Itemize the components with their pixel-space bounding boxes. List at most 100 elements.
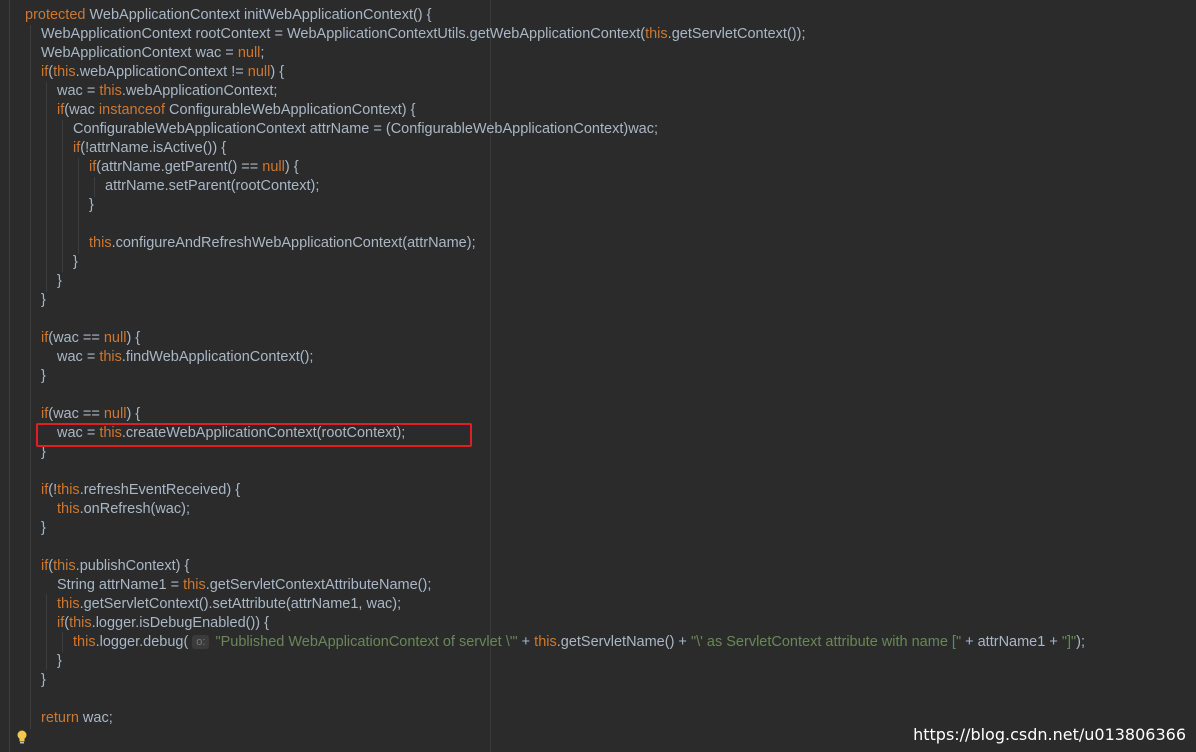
code-token: ); [1076,634,1086,650]
code-line[interactable]: String attrName1 = this.getServletContex… [57,576,431,595]
code-line[interactable]: } [41,519,46,538]
code-line[interactable]: wac = this.webApplicationContext; [57,82,277,101]
code-token: .getServletContext()); [667,26,806,42]
code-line[interactable]: } [41,671,46,690]
code-token: .publishContext) { [75,558,190,574]
code-token: null [103,406,127,422]
code-token: "Published WebApplicationContext of serv… [215,634,518,650]
code-token: this [57,596,80,612]
code-token: this [73,634,96,650]
code-token: } [57,273,62,289]
code-line[interactable]: if(!this.refreshEventReceived) { [41,481,240,500]
code-token: } [41,672,46,688]
code-token: .refreshEventReceived) { [79,482,241,498]
code-token: this [99,83,122,99]
code-line[interactable]: if(wac instanceof ConfigurableWebApplica… [57,101,415,120]
code-token: } [41,292,46,308]
code-token: this [645,26,668,42]
code-line[interactable]: this.onRefresh(wac); [57,500,190,519]
code-token: .getServletContext().setAttribute(attrNa… [79,596,402,612]
code-token: "]" [1061,634,1077,650]
code-token: } [41,520,46,536]
code-token: "\' as ServletContext attribute with nam… [690,634,962,650]
lightbulb-icon[interactable] [16,730,28,744]
code-line[interactable]: } [57,652,62,671]
code-line[interactable]: } [73,253,78,272]
code-token: wac = [57,349,100,365]
code-token: (wac == [48,406,104,422]
gutter-divider [9,0,10,752]
code-token: .getServletContextAttributeName(); [205,577,432,593]
code-token: null [103,330,127,346]
code-line[interactable]: wac = this.findWebApplicationContext(); [57,348,313,367]
code-line[interactable]: } [41,367,46,386]
code-token: this [69,615,92,631]
code-token: return [41,710,83,726]
code-token: .logger.isDebugEnabled()) { [91,615,270,631]
indent-guide [62,120,63,272]
code-token: .onRefresh(wac); [79,501,190,517]
code-line[interactable]: this.configureAndRefreshWebApplicationCo… [89,234,476,253]
code-line[interactable]: if(attrName.getParent() == null) { [89,158,299,177]
code-token: instanceof [98,102,170,118]
code-line[interactable]: protected WebApplicationContext initWebA… [25,6,432,25]
code-line[interactable]: } [89,196,94,215]
indent-guide [46,82,47,292]
code-line[interactable]: if(this.publishContext) { [41,557,189,576]
parameter-hint: o: [192,635,210,649]
code-line[interactable]: attrName.setParent(rootContext); [105,177,319,196]
code-line[interactable]: if(wac == null) { [41,329,140,348]
code-line[interactable]: return wac; [41,709,113,728]
code-token: } [73,254,78,270]
code-token: ConfigurableWebApplicationContext attrNa… [73,121,659,137]
code-token: + attrName1 + [961,634,1062,650]
code-token: attrName.setParent(rootContext); [105,178,320,194]
code-token: .findWebApplicationContext(); [121,349,314,365]
code-line[interactable]: this.logger.debug(o: "Published WebApplic… [73,633,1085,652]
indent-guide [46,594,47,670]
code-token: (wac == [48,330,104,346]
code-token: .getServletName() + [556,634,691,650]
code-token: this [57,501,80,517]
watermark: https://blog.csdn.net/u013806366 [913,725,1186,744]
code-token: } [57,653,62,669]
code-token: this [183,577,206,593]
code-line[interactable]: if(this.webApplicationContext != null) { [41,63,284,82]
indent-guide [30,25,31,729]
code-token: ) { [126,406,141,422]
code-token: (attrName.getParent() == [96,159,263,175]
code-line[interactable]: if(wac == null) { [41,405,140,424]
code-token: this [534,634,557,650]
code-token: .webApplicationContext; [121,83,278,99]
code-token: WebApplicationContext rootContext = WebA… [41,26,646,42]
code-token: ConfigurableWebApplicationContext) { [169,102,416,118]
indent-guide [78,158,79,254]
code-token: this [89,235,112,251]
code-line[interactable]: this.getServletContext().setAttribute(at… [57,595,401,614]
code-line[interactable]: if(this.logger.isDebugEnabled()) { [57,614,269,633]
code-line[interactable]: } [57,272,62,291]
code-token: } [89,197,94,213]
code-token: this [53,558,76,574]
code-token: ) { [270,64,285,80]
code-line[interactable]: if(!attrName.isActive()) { [73,139,226,158]
code-line[interactable]: WebApplicationContext rootContext = WebA… [41,25,805,44]
code-token: ) { [284,159,299,175]
code-token: (!attrName.isActive()) { [80,140,227,156]
code-token: } [41,368,46,384]
code-token: null [247,64,271,80]
code-token: + [517,634,535,650]
highlight-box [36,423,472,447]
code-line[interactable]: } [41,291,46,310]
code-line[interactable]: WebApplicationContext wac = null; [41,44,264,63]
code-token: ) { [126,330,141,346]
code-line[interactable]: ConfigurableWebApplicationContext attrNa… [73,120,658,139]
code-token: null [237,45,261,61]
indent-guide [62,632,63,652]
code-token: this [53,64,76,80]
code-token: .webApplicationContext != [75,64,248,80]
code-token: WebApplicationContext wac = [41,45,238,61]
code-token: WebApplicationContext initWebApplication… [89,7,432,23]
code-token: (wac [64,102,99,118]
code-token: ; [260,45,265,61]
